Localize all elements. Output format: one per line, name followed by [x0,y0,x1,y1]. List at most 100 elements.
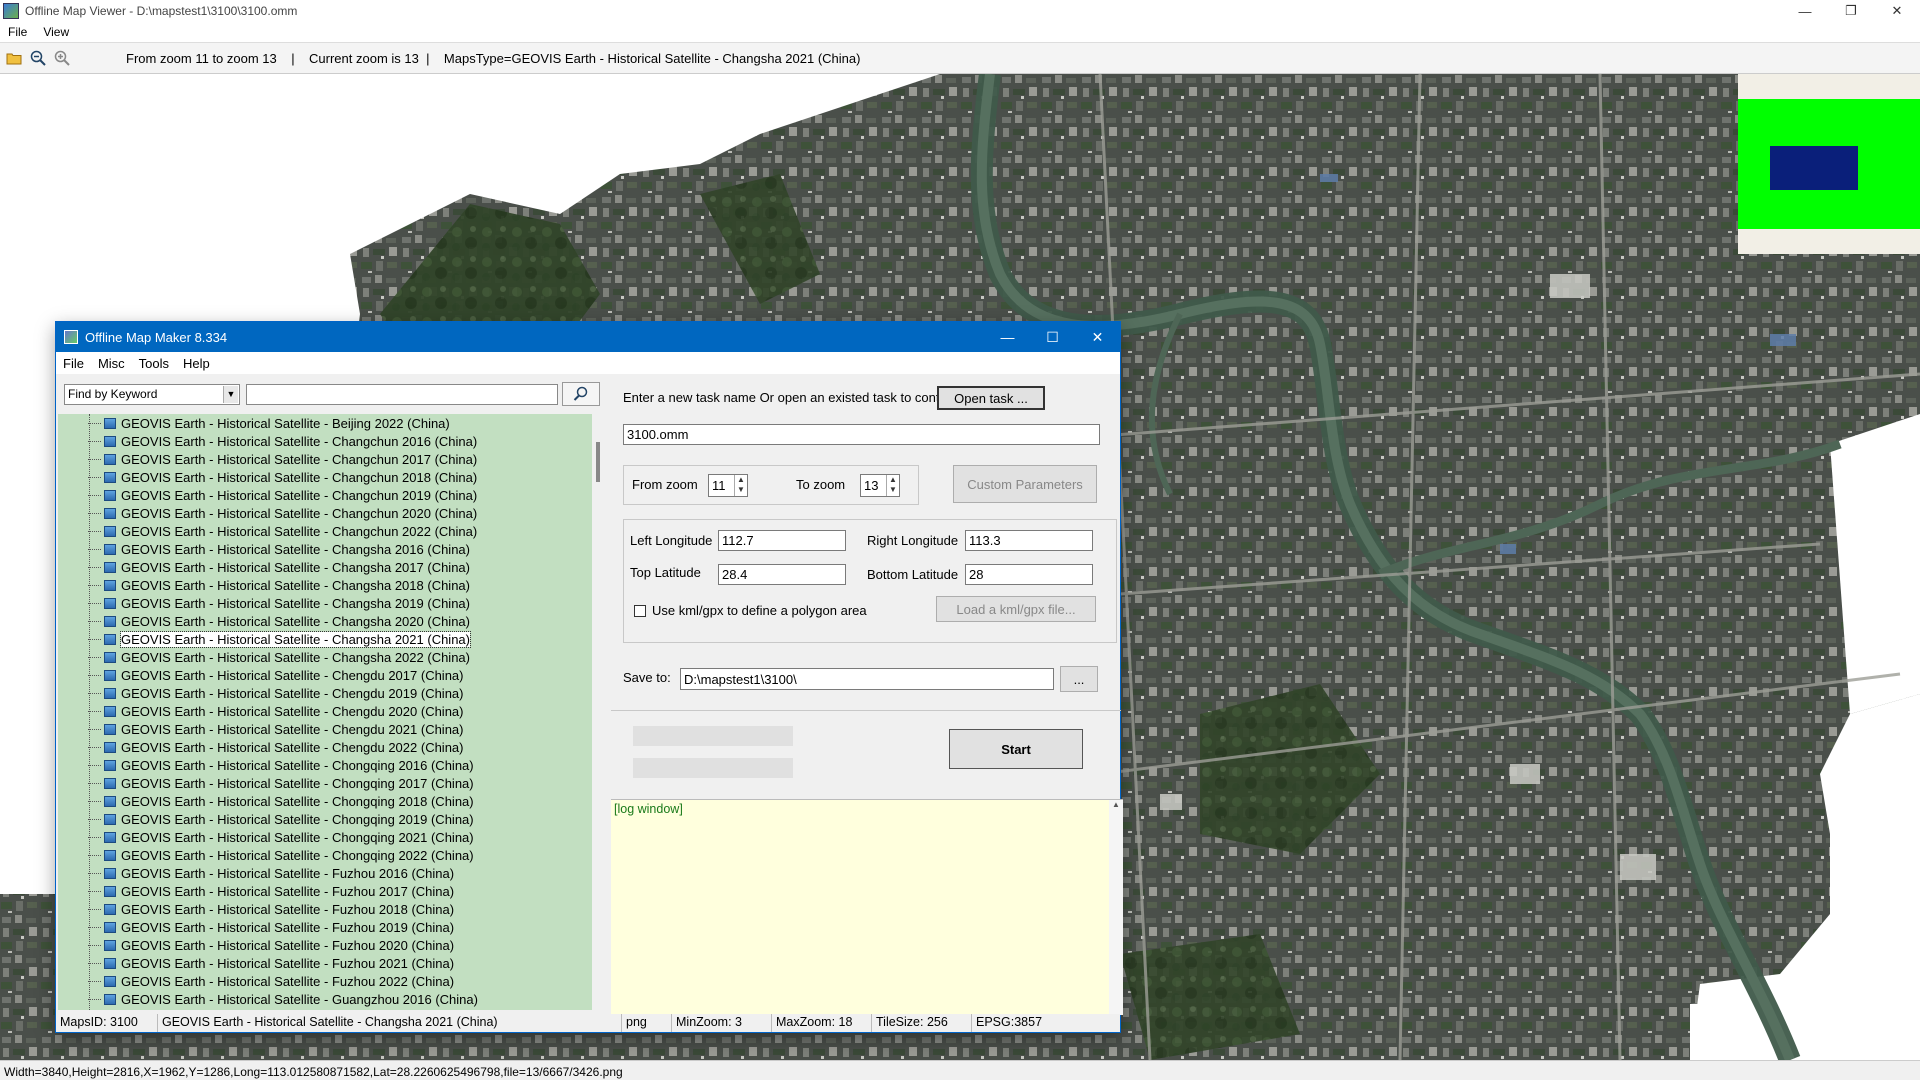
tree-item[interactable]: GEOVIS Earth - Historical Satellite - Fu… [58,882,592,900]
map-tile-icon [104,795,116,807]
tree-item[interactable]: GEOVIS Earth - Historical Satellite - Be… [58,414,592,432]
tree-connector [88,549,101,550]
dialog-menu-help[interactable]: Help [176,356,217,371]
menubar: File View [0,22,1920,42]
tree-item[interactable]: GEOVIS Earth - Historical Satellite - Ch… [58,684,592,702]
tree-item[interactable]: GEOVIS Earth - Historical Satellite - Fu… [58,954,592,972]
tree-item[interactable]: GEOVIS Earth - Historical Satellite - Ch… [58,774,592,792]
tree-item-label: GEOVIS Earth - Historical Satellite - Fu… [121,865,455,881]
to-zoom-stepper[interactable]: 13 ▲ ▼ [860,474,900,497]
tree-item[interactable]: GEOVIS Earth - Historical Satellite - Ch… [58,450,592,468]
menu-file[interactable]: File [0,25,35,39]
tree-item[interactable]: GEOVIS Earth - Historical Satellite - Ch… [58,846,592,864]
dialog-menu-file[interactable]: File [56,356,91,371]
open-folder-icon[interactable] [4,48,24,68]
menu-view[interactable]: View [35,25,77,39]
tree-item[interactable]: GEOVIS Earth - Historical Satellite - Ch… [58,468,592,486]
tree-item[interactable]: GEOVIS Earth - Historical Satellite - Ch… [58,612,592,630]
map-type-tree[interactable]: GEOVIS Earth - Historical Satellite - Be… [58,414,592,1010]
tree-item[interactable]: GEOVIS Earth - Historical Satellite - Ch… [58,630,592,648]
search-button[interactable] [562,382,600,406]
tree-item[interactable]: GEOVIS Earth - Historical Satellite - Ch… [58,738,592,756]
map-tile-icon [104,489,116,501]
tree-item[interactable]: GEOVIS Earth - Historical Satellite - Fu… [58,864,592,882]
tree-item[interactable]: GEOVIS Earth - Historical Satellite - Ch… [58,828,592,846]
tree-item-label: GEOVIS Earth - Historical Satellite - Fu… [121,973,455,989]
tree-item[interactable]: GEOVIS Earth - Historical Satellite - Ch… [58,666,592,684]
overview-minimap[interactable] [1738,74,1920,254]
use-kml-checkbox[interactable] [634,605,646,617]
statusbar: Width=3840,Height=2816,X=1962,Y=1286,Lon… [0,1060,1920,1080]
tree-item[interactable]: GEOVIS Earth - Historical Satellite - Ch… [58,540,592,558]
dialog-maximize-button[interactable]: ☐ [1030,322,1075,352]
tree-connector [88,945,101,946]
tree-scrollbar-thumb[interactable] [596,442,600,482]
log-window[interactable]: [log window] ▲ [611,799,1123,1015]
tree-item[interactable]: GEOVIS Earth - Historical Satellite - Ch… [58,558,592,576]
tree-connector [88,693,101,694]
tree-connector [88,441,101,442]
tree-item[interactable]: GEOVIS Earth - Historical Satellite - Ch… [58,522,592,540]
right-longitude-input[interactable] [965,530,1093,551]
dialog-app-icon [64,330,78,344]
close-button[interactable]: ✕ [1874,0,1920,22]
tree-item[interactable]: GEOVIS Earth - Historical Satellite - Ch… [58,432,592,450]
scroll-up-icon[interactable]: ▲ [1109,800,1123,809]
chevron-down-icon[interactable]: ▼ [223,385,238,403]
tree-item[interactable]: GEOVIS Earth - Historical Satellite - Ch… [58,792,592,810]
tree-item[interactable]: GEOVIS Earth - Historical Satellite - Ch… [58,756,592,774]
zoom-out-icon[interactable] [28,48,48,68]
zoom-in-icon[interactable] [52,48,72,68]
tree-item[interactable]: GEOVIS Earth - Historical Satellite - Ch… [58,702,592,720]
tree-item[interactable]: GEOVIS Earth - Historical Satellite - Ch… [58,648,592,666]
load-kml-button[interactable]: Load a kml/gpx file... [936,596,1096,622]
maximize-button[interactable]: ❐ [1828,0,1874,22]
tree-item[interactable]: GEOVIS Earth - Historical Satellite - Ch… [58,594,592,612]
left-longitude-input[interactable] [718,530,846,551]
spinner-arrows-icon[interactable]: ▲ ▼ [734,475,747,496]
start-button[interactable]: Start [949,729,1083,769]
tree-item[interactable]: GEOVIS Earth - Historical Satellite - Ch… [58,486,592,504]
from-zoom-stepper[interactable]: 11 ▲ ▼ [708,474,748,497]
dialog-close-button[interactable]: ✕ [1075,322,1120,352]
tree-item[interactable]: GEOVIS Earth - Historical Satellite - Fu… [58,972,592,990]
tree-item[interactable]: GEOVIS Earth - Historical Satellite - Fu… [58,936,592,954]
overview-viewport-box[interactable] [1770,146,1858,190]
tree-item-label: GEOVIS Earth - Historical Satellite - Ch… [121,739,464,755]
tree-item[interactable]: GEOVIS Earth - Historical Satellite - Ch… [58,720,592,738]
divider [611,710,1121,711]
pane-splitter[interactable] [601,374,609,1014]
tree-item-label: GEOVIS Earth - Historical Satellite - Ch… [121,775,474,791]
tree-item[interactable]: GEOVIS Earth - Historical Satellite - Ch… [58,504,592,522]
tree-item-label: GEOVIS Earth - Historical Satellite - Ch… [121,829,474,845]
map-tile-icon [104,741,116,753]
dialog-menu-tools[interactable]: Tools [132,356,176,371]
map-tile-icon [104,921,116,933]
spinner-arrows-icon[interactable]: ▲ ▼ [886,475,899,496]
search-input[interactable] [246,383,558,405]
tree-connector [88,603,101,604]
from-zoom-value: 11 [712,478,726,493]
open-task-button[interactable]: Open task ... [937,386,1045,410]
tree-item[interactable]: GEOVIS Earth - Historical Satellite - Ch… [58,810,592,828]
custom-parameters-button[interactable]: Custom Parameters [953,465,1097,503]
tree-item[interactable]: GEOVIS Earth - Historical Satellite - Gu… [58,990,592,1008]
tree-item[interactable]: GEOVIS Earth - Historical Satellite - Fu… [58,918,592,936]
bottom-latitude-input[interactable] [965,564,1093,585]
save-to-input[interactable] [680,668,1054,690]
tree-item-label: GEOVIS Earth - Historical Satellite - Fu… [121,955,455,971]
tree-item[interactable]: GEOVIS Earth - Historical Satellite - Ch… [58,576,592,594]
dialog-menu-misc[interactable]: Misc [91,356,132,371]
search-mode-select[interactable]: Find by Keyword ▼ [64,383,240,405]
left-longitude-label: Left Longitude [630,533,713,548]
task-name-input[interactable] [623,424,1100,445]
log-scrollbar[interactable]: ▲ [1109,800,1123,1015]
dialog-minimize-button[interactable]: — [985,322,1030,352]
tree-connector [88,747,101,748]
minimize-button[interactable]: — [1782,0,1828,22]
tree-item-label: GEOVIS Earth - Historical Satellite - Ch… [121,595,470,611]
tree-item[interactable]: GEOVIS Earth - Historical Satellite - Fu… [58,900,592,918]
window-title: Offline Map Viewer - D:\mapstest1\3100\3… [25,4,298,18]
browse-folder-button[interactable]: ... [1060,666,1098,692]
top-latitude-input[interactable] [718,564,846,585]
